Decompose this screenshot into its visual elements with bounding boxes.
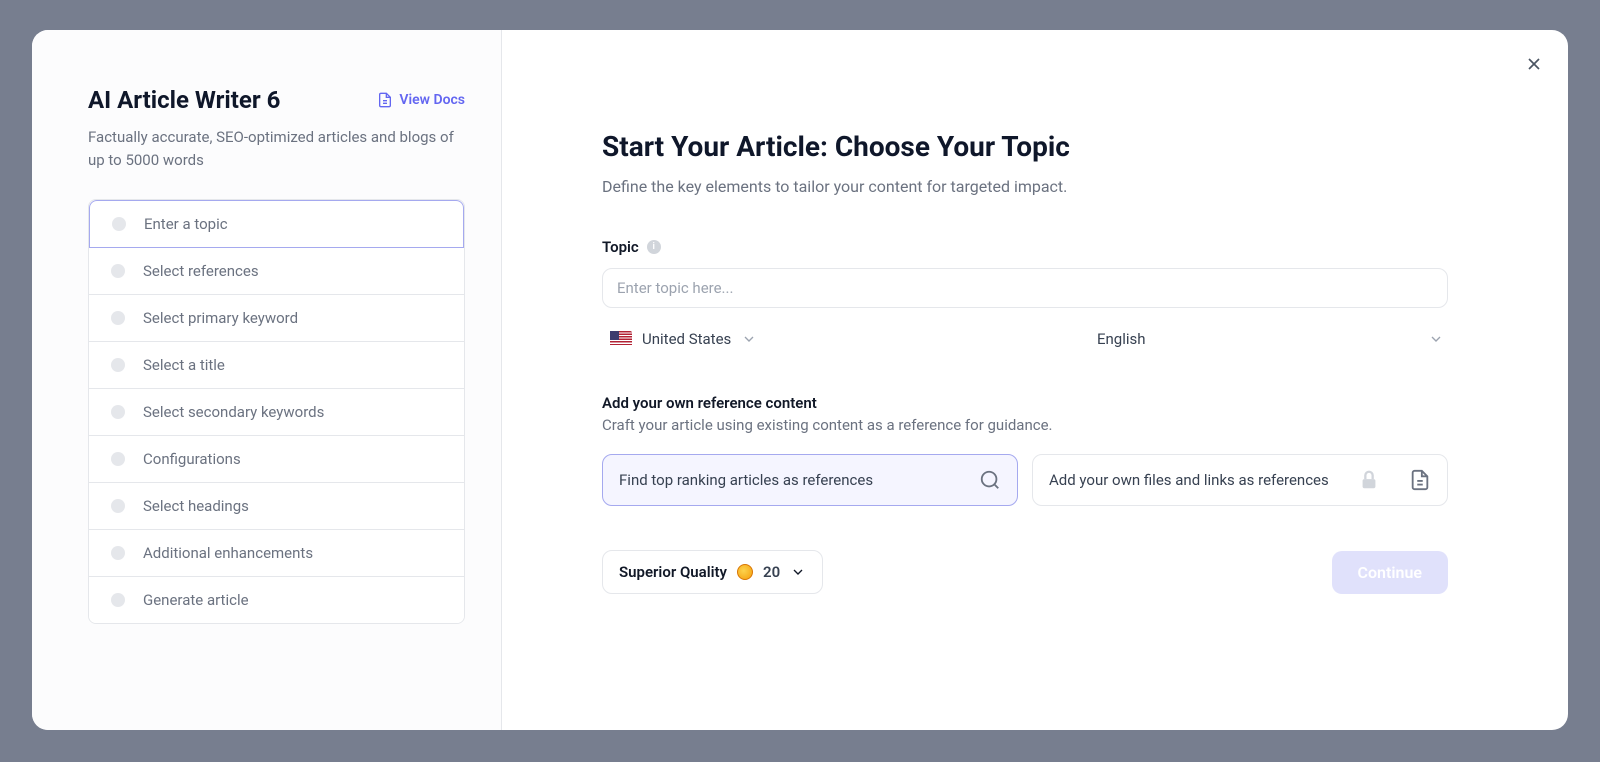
info-icon[interactable]: i xyxy=(647,240,661,254)
step-bullet-icon xyxy=(111,546,125,560)
step-label: Select secondary keywords xyxy=(143,403,324,421)
steps-list: Enter a topic Select references Select p… xyxy=(88,199,465,624)
step-configurations[interactable]: Configurations xyxy=(89,436,464,483)
step-enter-topic[interactable]: Enter a topic xyxy=(89,200,464,248)
chevron-down-icon xyxy=(790,564,806,580)
sidebar-subtitle: Factually accurate, SEO-optimized articl… xyxy=(88,126,465,171)
file-icon xyxy=(1409,469,1431,491)
reference-title: Add your own reference content xyxy=(602,394,1448,412)
language-select[interactable]: English xyxy=(1039,324,1448,354)
step-bullet-icon xyxy=(112,217,126,231)
document-icon xyxy=(377,92,393,108)
quality-cost: 20 xyxy=(763,563,780,581)
step-bullet-icon xyxy=(111,452,125,466)
quality-select[interactable]: Superior Quality 20 xyxy=(602,550,823,594)
step-bullet-icon xyxy=(111,311,125,325)
step-select-secondary-keywords[interactable]: Select secondary keywords xyxy=(89,389,464,436)
step-select-primary-keyword[interactable]: Select primary keyword xyxy=(89,295,464,342)
ref-option-label: Add your own files and links as referenc… xyxy=(1049,471,1329,489)
search-icon xyxy=(979,469,1001,491)
step-generate-article[interactable]: Generate article xyxy=(89,577,464,623)
view-docs-label: View Docs xyxy=(399,92,465,108)
coin-icon xyxy=(737,564,753,580)
step-bullet-icon xyxy=(111,358,125,372)
step-bullet-icon xyxy=(111,593,125,607)
page-subtitle: Define the key elements to tailor your c… xyxy=(602,177,1448,196)
view-docs-link[interactable]: View Docs xyxy=(377,92,465,108)
step-bullet-icon xyxy=(111,405,125,419)
sidebar-title: AI Article Writer 6 xyxy=(88,86,377,114)
step-label: Enter a topic xyxy=(144,215,228,233)
chevron-down-icon xyxy=(741,331,757,347)
country-label: United States xyxy=(642,330,731,348)
step-select-title[interactable]: Select a title xyxy=(89,342,464,389)
country-select[interactable]: United States xyxy=(602,324,1015,354)
lock-icon xyxy=(1358,469,1380,491)
close-button[interactable] xyxy=(1518,48,1550,80)
ref-option-own-files[interactable]: Add your own files and links as referenc… xyxy=(1032,454,1448,506)
step-label: Select a title xyxy=(143,356,225,374)
page-title: Start Your Article: Choose Your Topic xyxy=(602,130,1448,163)
article-writer-modal: AI Article Writer 6 View Docs Factually … xyxy=(32,30,1568,730)
chevron-down-icon xyxy=(1428,331,1444,347)
ref-option-top-ranking[interactable]: Find top ranking articles as references xyxy=(602,454,1018,506)
main-content: Start Your Article: Choose Your Topic De… xyxy=(502,30,1568,730)
step-label: Select references xyxy=(143,262,259,280)
step-select-references[interactable]: Select references xyxy=(89,248,464,295)
step-bullet-icon xyxy=(111,499,125,513)
step-bullet-icon xyxy=(111,264,125,278)
quality-label: Superior Quality xyxy=(619,563,727,581)
sidebar: AI Article Writer 6 View Docs Factually … xyxy=(32,30,502,730)
ref-option-label: Find top ranking articles as references xyxy=(619,471,873,489)
step-label: Generate article xyxy=(143,591,249,609)
close-icon xyxy=(1524,54,1544,74)
step-additional-enhancements[interactable]: Additional enhancements xyxy=(89,530,464,577)
reference-subtitle: Craft your article using existing conten… xyxy=(602,416,1448,434)
topic-label: Topic i xyxy=(602,238,1448,256)
step-label: Select headings xyxy=(143,497,249,515)
continue-button[interactable]: Continue xyxy=(1332,551,1448,594)
step-select-headings[interactable]: Select headings xyxy=(89,483,464,530)
step-label: Configurations xyxy=(143,450,241,468)
us-flag-icon xyxy=(610,331,632,347)
step-label: Additional enhancements xyxy=(143,544,313,562)
topic-input[interactable] xyxy=(602,268,1448,308)
step-label: Select primary keyword xyxy=(143,309,298,327)
language-label: English xyxy=(1047,330,1146,348)
